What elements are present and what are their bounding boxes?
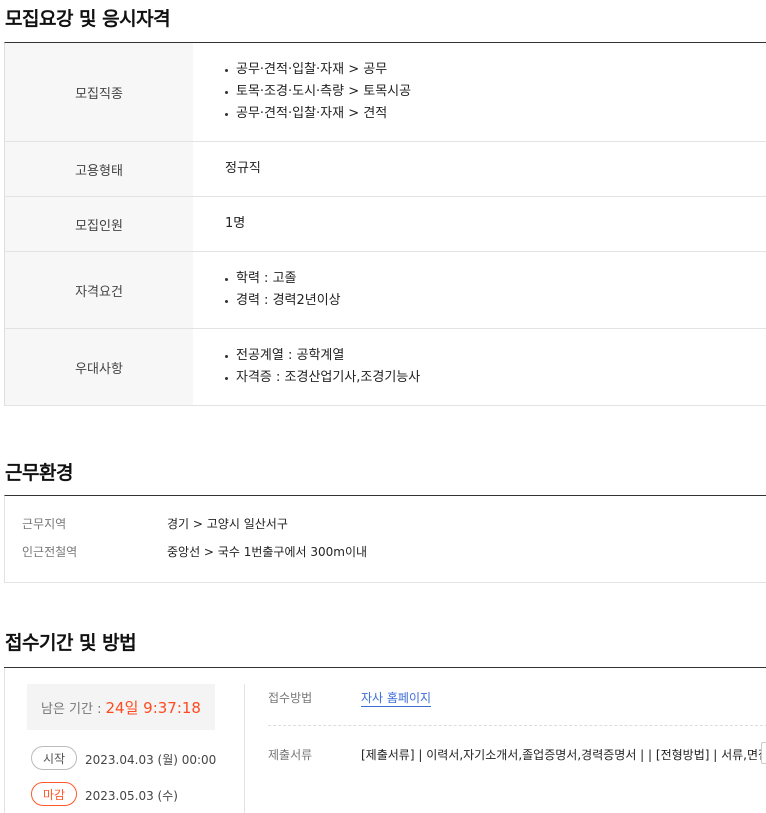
dashed-divider xyxy=(268,725,766,726)
docs-label: 제출서류 xyxy=(268,748,313,762)
preference-item: 전공계열 : 공학계열 xyxy=(225,345,766,367)
homepage-link[interactable]: 자사 홈페이지 xyxy=(361,691,432,707)
start-badge: 시작 xyxy=(31,746,77,770)
employment-value: 정규직 xyxy=(225,161,261,176)
preference-label: 우대사항 xyxy=(5,329,193,405)
row-job-type: 모집직종 공무·견적·입찰·자재 > 공무 토목·조경·도시·측량 > 토목시공… xyxy=(5,43,766,142)
requirements-table: 모집직종 공무·견적·입찰·자재 > 공무 토목·조경·도시·측량 > 토목시공… xyxy=(4,42,766,406)
start-date: 2023.04.03 (월) 00:00 xyxy=(85,753,217,767)
job-type-list: 공무·견적·입찰·자재 > 공무 토목·조경·도시·측량 > 토목시공 공무·견… xyxy=(193,43,766,141)
qualification-label: 자격요건 xyxy=(5,252,193,328)
docs-value: [제출서류] | 이력서,자기소개서,졸업증명서,경력증명서 | | [전형방법… xyxy=(361,748,766,762)
headcount-value: 1명 xyxy=(225,216,246,231)
job-type-label: 모집직종 xyxy=(5,43,193,141)
qualification-item: 경력 : 경력2년이상 xyxy=(225,290,766,312)
env-row-station: 인근전철역 중앙선 > 국수 1번출구에서 300m이내 xyxy=(22,543,367,560)
job-type-item: 공무·견적·입찰·자재 > 공무 xyxy=(225,59,766,81)
job-type-item: 토목·조경·도시·측량 > 토목시공 xyxy=(225,81,766,103)
row-qualification: 자격요건 학력 : 고졸 경력 : 경력2년이상 xyxy=(5,252,766,329)
environment-box xyxy=(4,495,766,583)
remaining-label: 남은 기간 : xyxy=(41,701,102,717)
row-employment: 고용형태 정규직 xyxy=(5,142,766,197)
row-preference: 우대사항 전공계열 : 공학계열 자격증 : 조경산업기사,조경기능사 xyxy=(5,329,766,406)
qualification-item: 학력 : 고졸 xyxy=(225,268,766,290)
job-type-item: 공무·견적·입찰·자재 > 견적 xyxy=(225,103,766,125)
headcount-label: 모집인원 xyxy=(5,197,193,251)
location-label: 근무지역 xyxy=(22,517,67,531)
row-headcount: 모집인원 1명 xyxy=(5,197,766,252)
apply-divider xyxy=(244,684,245,813)
station-label: 인근전철역 xyxy=(22,545,78,559)
location-value: 경기 > 고양시 일산서구 xyxy=(167,517,288,531)
preference-item: 자격증 : 조경산업기사,조경기능사 xyxy=(225,367,766,389)
station-value: 중앙선 > 국수 1번출구에서 300m이내 xyxy=(167,545,368,559)
method-label: 접수방법 xyxy=(268,691,313,705)
env-row-location: 근무지역 경기 > 고양시 일산서구 xyxy=(22,515,288,532)
more-button[interactable] xyxy=(761,742,766,764)
remaining-time: 24일 9:37:18 xyxy=(105,698,201,717)
remaining-time-box: 남은 기간 : 24일 9:37:18 xyxy=(27,684,215,730)
employment-label: 고용형태 xyxy=(5,142,193,196)
end-badge: 마감 xyxy=(31,782,77,806)
section-title-environment: 근무환경 xyxy=(5,462,73,484)
section-title-recruit: 모집요강 및 응시자격 xyxy=(5,8,171,30)
end-date: 2023.05.03 (수) xyxy=(85,789,178,803)
section-title-apply: 접수기간 및 방법 xyxy=(5,632,137,654)
